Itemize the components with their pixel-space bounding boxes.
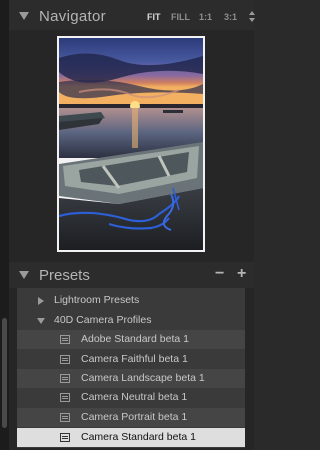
preset-item[interactable]: Camera Landscape beta 1	[17, 369, 245, 388]
collapse-triangle-icon[interactable]	[19, 12, 29, 20]
navigator-header[interactable]: Navigator FIT FILL 1:1 3:1	[9, 0, 257, 30]
preset-item[interactable]: Camera Portrait beta 1	[17, 408, 245, 427]
zoom-stepper-icon[interactable]	[249, 11, 257, 23]
scrollbar-thumb[interactable]	[2, 318, 7, 428]
preset-label: Camera Standard beta 1	[81, 431, 196, 443]
collapse-triangle-icon[interactable]	[19, 271, 29, 279]
folder-label: 40D Camera Profiles	[54, 314, 152, 326]
preset-icon	[60, 413, 70, 422]
navigator-title: Navigator	[39, 8, 106, 25]
preset-item-selected[interactable]: Camera Standard beta 1	[17, 428, 245, 447]
preset-icon	[60, 355, 70, 364]
add-preset-button[interactable]: +	[237, 265, 246, 283]
preset-item[interactable]: Camera Faithful beta 1	[17, 350, 245, 369]
panel-scrollbar[interactable]	[0, 0, 9, 450]
presets-title: Presets	[39, 267, 90, 284]
preset-label: Camera Landscape beta 1	[81, 372, 205, 384]
photo-preview-frame[interactable]	[57, 36, 205, 252]
presets-list: Lightroom Presets 40D Camera Profiles Ad…	[17, 288, 245, 448]
zoom-1-1-option[interactable]: 1:1	[199, 12, 212, 22]
preset-label: Camera Neutral beta 1	[81, 391, 188, 403]
expand-triangle-icon[interactable]	[38, 297, 44, 305]
zoom-fit-option[interactable]: FIT	[147, 12, 161, 22]
photo-thumbnail	[59, 38, 203, 250]
preset-item[interactable]: Adobe Standard beta 1	[17, 330, 245, 349]
preset-item[interactable]: Camera Neutral beta 1	[17, 388, 245, 407]
preset-folder-40d-camera-profiles[interactable]: 40D Camera Profiles	[17, 311, 245, 330]
collapse-triangle-icon[interactable]	[37, 318, 45, 324]
navigator-preview-area[interactable]	[9, 30, 254, 260]
preset-label: Camera Faithful beta 1	[81, 353, 188, 365]
remove-preset-button[interactable]: −	[215, 265, 224, 283]
lightroom-left-panel: Navigator FIT FILL 1:1 3:1 Presets − + L…	[0, 0, 257, 450]
preset-icon	[60, 433, 70, 442]
folder-label: Lightroom Presets	[54, 294, 140, 306]
zoom-fill-option[interactable]: FILL	[171, 12, 190, 22]
presets-header[interactable]: Presets − +	[9, 262, 254, 288]
preset-folder-lightroom-presets[interactable]: Lightroom Presets	[17, 291, 245, 310]
preset-icon	[60, 335, 70, 344]
preset-label: Camera Portrait beta 1	[81, 411, 188, 423]
preset-label: Adobe Standard beta 1	[81, 333, 190, 345]
preset-icon	[60, 393, 70, 402]
preset-icon	[60, 374, 70, 383]
zoom-3-1-option[interactable]: 3:1	[224, 12, 237, 22]
